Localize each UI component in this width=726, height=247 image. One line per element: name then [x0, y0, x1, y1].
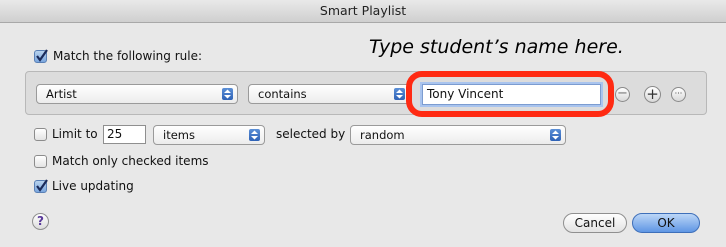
field-popup-value: Artist	[46, 87, 77, 101]
match-rule-checkbox[interactable]	[34, 49, 48, 63]
selected-by-label: selected by	[276, 127, 346, 141]
remove-rule-button[interactable]: −	[615, 87, 630, 102]
live-updating-checkbox[interactable]	[34, 179, 48, 193]
annotation-highlight-ring	[406, 71, 614, 117]
popup-arrows-icon	[222, 88, 233, 100]
limit-label: Limit to	[52, 127, 98, 141]
popup-arrows-icon	[550, 129, 561, 141]
popup-arrows-icon	[249, 129, 260, 141]
limit-unit-popup[interactable]: items	[153, 125, 265, 145]
field-popup[interactable]: Artist	[36, 84, 238, 104]
checkmark-icon	[36, 49, 48, 62]
cancel-button[interactable]: Cancel	[563, 213, 627, 233]
operator-popup-value: contains	[258, 87, 307, 101]
match-checked-label: Match only checked items	[52, 154, 209, 168]
checkmark-icon	[36, 179, 48, 192]
help-button[interactable]: ?	[32, 213, 49, 230]
annotation-text: Type student’s name here.	[369, 36, 624, 58]
limit-unit-value: items	[163, 128, 195, 142]
more-options-button[interactable]: ···	[671, 87, 686, 102]
ok-button[interactable]: OK	[632, 213, 700, 233]
selected-by-value: random	[360, 128, 405, 142]
popup-arrows-icon	[394, 88, 405, 100]
add-rule-button[interactable]: +	[644, 86, 661, 103]
limit-count-input[interactable]: 25	[103, 125, 146, 144]
limit-checkbox[interactable]	[34, 128, 47, 141]
live-updating-label: Live updating	[52, 179, 134, 193]
selected-by-popup[interactable]: random	[350, 125, 566, 145]
match-checked-checkbox[interactable]	[34, 155, 47, 168]
window-title: Smart Playlist	[0, 0, 726, 23]
operator-popup[interactable]: contains	[248, 84, 410, 104]
match-rule-label: Match the following rule:	[53, 49, 202, 63]
